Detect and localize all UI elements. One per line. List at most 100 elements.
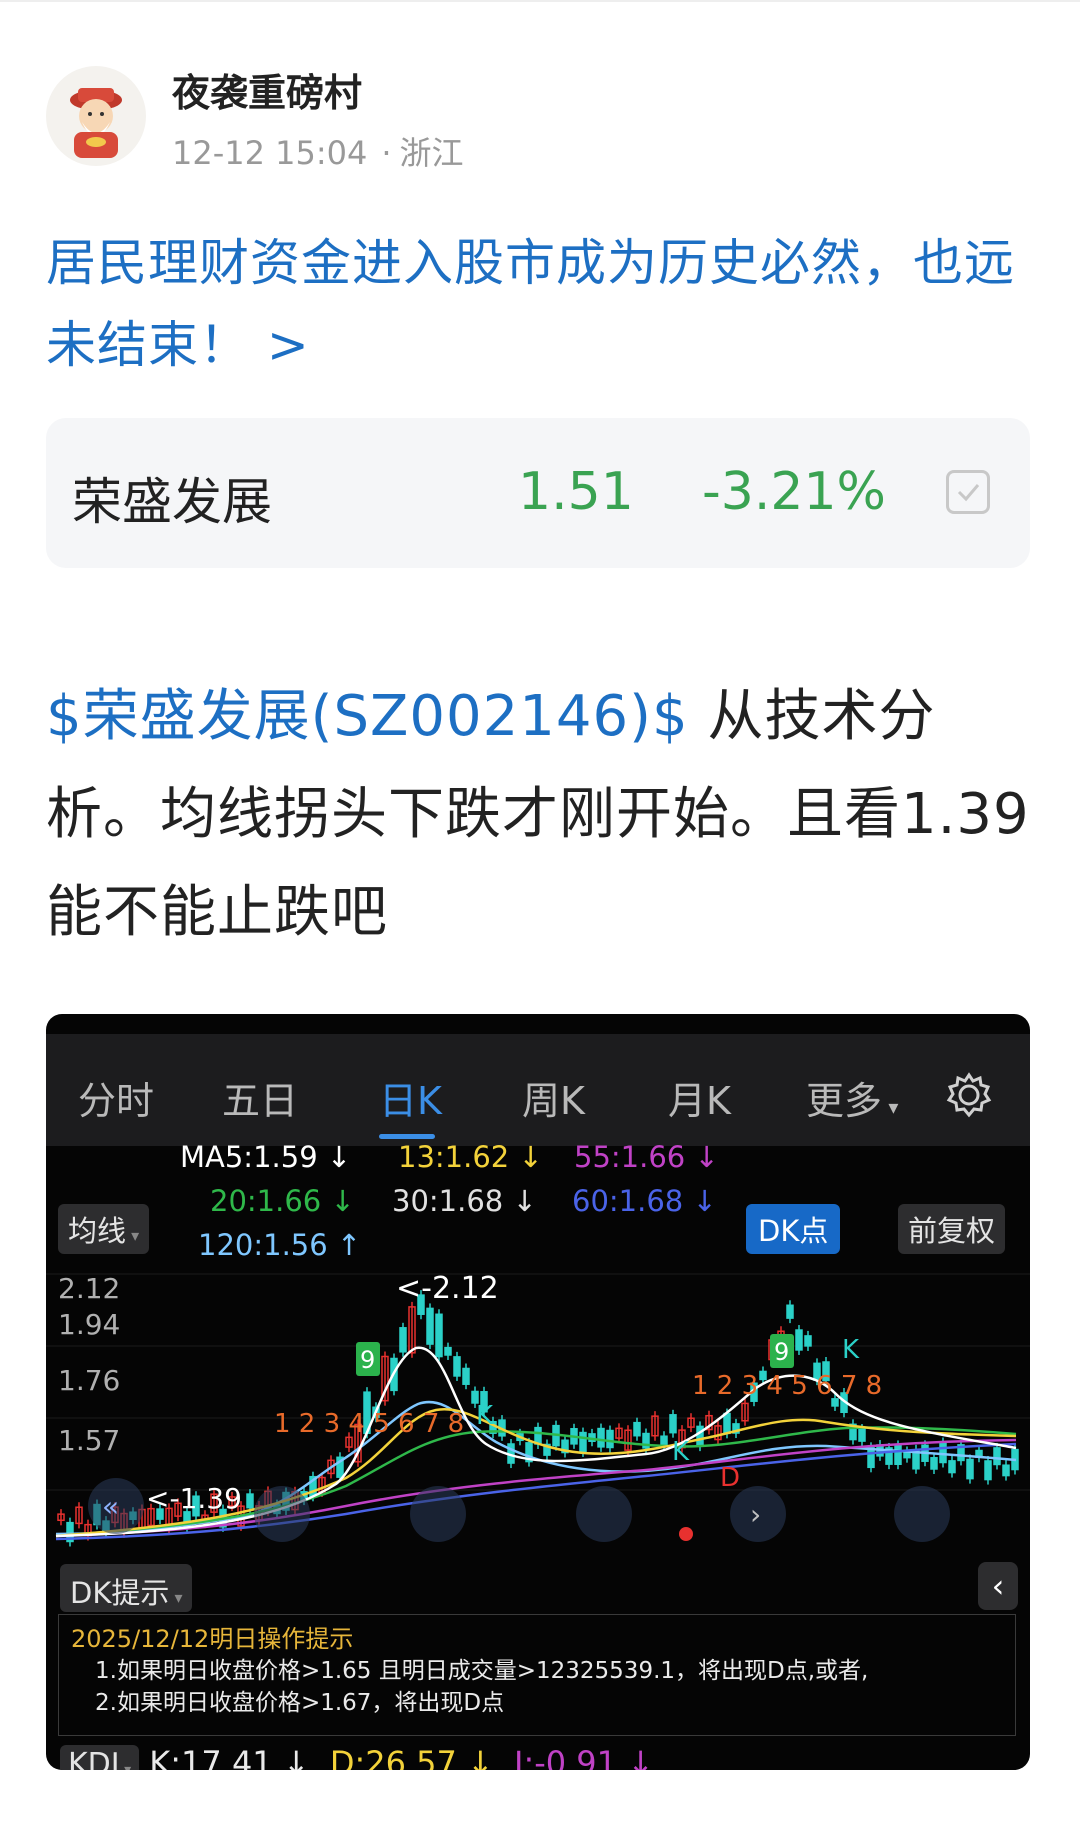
candle-body bbox=[579, 1431, 587, 1453]
ma-selector-label: 均线 bbox=[68, 1214, 127, 1248]
candle-body bbox=[930, 1457, 938, 1470]
candle-body bbox=[660, 1435, 668, 1446]
tab-monthly-k[interactable]: 月K bbox=[668, 1070, 731, 1125]
meta-separator: · bbox=[381, 134, 392, 172]
candle-body bbox=[399, 1327, 407, 1353]
zoom-out-icon[interactable] bbox=[254, 1486, 310, 1542]
signal-9-text: 9 bbox=[774, 1338, 789, 1366]
candle-body bbox=[435, 1313, 443, 1358]
tab-more-label: 更多 bbox=[806, 1079, 883, 1123]
chevron-left-icon: ‹ bbox=[991, 1567, 1005, 1605]
high-price-label: <-2.12 bbox=[396, 1271, 499, 1306]
operation-tip-box: 2025/12/12明日操作提示 1.如果明日收盘价格>1.65 且明日成交量>… bbox=[58, 1614, 1016, 1736]
candle-body bbox=[939, 1441, 947, 1464]
candle-body bbox=[453, 1356, 461, 1377]
tab-weekly-k[interactable]: 周K bbox=[522, 1070, 585, 1125]
period-tabs: 分时 五日 日K 周K 月K 更多 ▾ bbox=[46, 1034, 1030, 1146]
stock-price: 1.51 bbox=[518, 462, 634, 522]
collapse-panel-button[interactable]: ‹ bbox=[978, 1562, 1018, 1610]
top-divider bbox=[0, 0, 1080, 2]
k-signal: K bbox=[672, 1437, 690, 1467]
article-headline-link[interactable]: 居民理财资金进入股市成为历史必然，也远未结束！ > bbox=[46, 222, 1036, 386]
check-icon bbox=[957, 484, 980, 502]
count-sequence-left: 1 2 3 4 5 6 7 8 bbox=[274, 1409, 464, 1439]
dk-point-button[interactable]: DK点 bbox=[746, 1204, 841, 1254]
kdj-indicator-row: KDJ ▾ K:17.41 ↓ D:26.57 ↓ J:-0.91 ↓ bbox=[60, 1744, 654, 1770]
candle-body bbox=[1002, 1464, 1010, 1477]
dk-hint-selector[interactable]: DK提示 ▾ bbox=[60, 1564, 193, 1612]
post-time: 12-12 15:04 bbox=[172, 134, 368, 172]
ma20-value: 20:1.66 ↓ bbox=[210, 1184, 355, 1218]
candle-body bbox=[795, 1329, 803, 1351]
price-tick-4: 1.57 bbox=[58, 1424, 120, 1457]
candle-body bbox=[948, 1460, 956, 1474]
caret-down-icon: ▾ bbox=[126, 1226, 140, 1245]
caret-down-icon: ▾ bbox=[169, 1588, 183, 1607]
kdj-selector[interactable]: KDJ ▾ bbox=[60, 1745, 140, 1770]
kdj-j-value: J:-0.91 ↓ bbox=[514, 1744, 654, 1770]
candle-body bbox=[246, 1493, 254, 1509]
scroll-left-glyph: « bbox=[102, 1490, 119, 1523]
candle-body bbox=[804, 1335, 812, 1347]
adjustment-button[interactable]: 前复权 bbox=[898, 1204, 1006, 1254]
k-signal: K bbox=[842, 1335, 860, 1365]
candle-body bbox=[966, 1458, 974, 1480]
candle-body bbox=[984, 1460, 992, 1481]
candle-body bbox=[696, 1425, 704, 1447]
price-tick-high: 2.12 bbox=[58, 1272, 120, 1305]
post-location: 浙江 bbox=[399, 134, 464, 172]
ma-indicator-selector[interactable]: 均线 ▾ bbox=[58, 1204, 150, 1254]
tip-title: 2025/12/12明日操作提示 bbox=[71, 1625, 354, 1653]
caret-down-icon: ▾ bbox=[119, 1762, 132, 1770]
count-sequence-right: 1 2 3 4 5 6 7 8 bbox=[692, 1371, 882, 1401]
candle-body bbox=[993, 1447, 1001, 1466]
signal-9-text: 9 bbox=[360, 1346, 375, 1374]
settings-gear-icon[interactable] bbox=[946, 1072, 992, 1118]
add-watchlist-checkbox[interactable] bbox=[946, 470, 990, 514]
stock-name: 荣盛发展 bbox=[72, 473, 272, 531]
stock-tag-link[interactable]: $荣盛发展(SZ002146)$ bbox=[46, 684, 689, 749]
tab-more[interactable]: 更多 ▾ bbox=[806, 1070, 898, 1125]
price-tick-3: 1.76 bbox=[58, 1364, 120, 1397]
tip-line-1: 1.如果明日收盘价格>1.65 且明日成交量>12325539.1，将出现D点,… bbox=[95, 1658, 869, 1684]
tab-daily-k[interactable]: 日K bbox=[379, 1070, 442, 1125]
author-name[interactable]: 夜袭重磅村 bbox=[172, 62, 362, 117]
stock-change: -3.21% bbox=[702, 462, 886, 522]
candle-body bbox=[669, 1414, 677, 1434]
active-tab-indicator bbox=[379, 1134, 435, 1139]
candle-body bbox=[786, 1304, 794, 1319]
ma5-value: MA5:1.59 ↓ bbox=[180, 1140, 352, 1174]
fullscreen-icon[interactable] bbox=[894, 1486, 950, 1542]
candle-body bbox=[723, 1412, 731, 1435]
caret-down-icon: ▾ bbox=[882, 1095, 899, 1119]
candle-body bbox=[462, 1367, 470, 1385]
low-price-label: <-1.39 bbox=[146, 1482, 242, 1515]
tab-intraday[interactable]: 分时 bbox=[78, 1070, 154, 1125]
ma13-value: 13:1.62 ↓ bbox=[398, 1140, 543, 1174]
kdj-selector-label: KDJ bbox=[68, 1747, 120, 1770]
candle-body bbox=[633, 1421, 641, 1437]
previous-icon[interactable] bbox=[576, 1486, 632, 1542]
candle-body bbox=[894, 1444, 902, 1466]
ma55-value: 55:1.66 ↓ bbox=[574, 1140, 719, 1174]
dk-hint-label: DK提示 bbox=[70, 1576, 170, 1610]
ma120-value: 120:1.56 ↑ bbox=[198, 1228, 362, 1262]
price-tick-2: 1.94 bbox=[58, 1308, 120, 1341]
stock-quote-card[interactable]: 荣盛发展 1.51 -3.21% bbox=[46, 418, 1030, 568]
candlestick-plot: 2.12 1.94 1.76 1.57 <-2.12 <-1.39 9 9 1 … bbox=[46, 1271, 1030, 1547]
kdj-k-value: K:17.41 ↓ bbox=[149, 1744, 310, 1770]
zoom-in-icon[interactable] bbox=[410, 1486, 466, 1542]
avatar-icon bbox=[70, 88, 122, 158]
tab-five-day[interactable]: 五日 bbox=[222, 1070, 298, 1125]
candle-body bbox=[606, 1429, 614, 1449]
next-glyph: › bbox=[750, 1498, 761, 1531]
d-signal: D bbox=[720, 1463, 740, 1493]
post-meta: 12-12 15:04 · 浙江 bbox=[172, 128, 464, 174]
author-avatar[interactable] bbox=[46, 66, 146, 166]
kline-chart-image[interactable]: 分时 五日 日K 周K 月K 更多 ▾ 均线 ▾ MA5:1.59 ↓ 13:1… bbox=[46, 1014, 1030, 1770]
candle-body bbox=[597, 1427, 605, 1448]
candle-body bbox=[426, 1307, 434, 1345]
ma30-value: 30:1.68 ↓ bbox=[392, 1184, 537, 1218]
candle-body bbox=[858, 1428, 866, 1442]
current-marker-dot bbox=[679, 1527, 693, 1541]
